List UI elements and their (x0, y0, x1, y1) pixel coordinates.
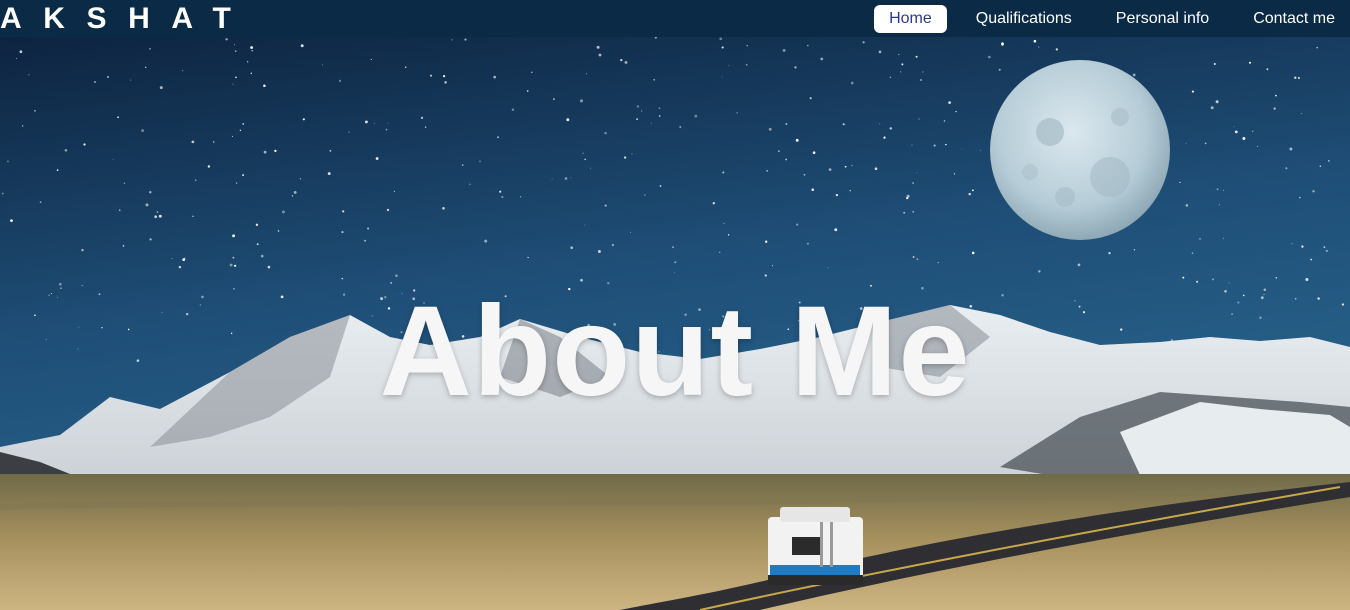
brand-logo[interactable]: AKSHAT (0, 0, 252, 37)
top-navbar: AKSHAT Home Qualifications Personal info… (0, 0, 1350, 37)
hero-banner: About Me (0, 37, 1350, 610)
nav-contact-link[interactable]: Contact me (1238, 5, 1350, 33)
nav-qualifications-link[interactable]: Qualifications (961, 5, 1087, 33)
nav-links: Home Qualifications Personal info Contac… (860, 0, 1350, 37)
nav-personal-info-link[interactable]: Personal info (1101, 5, 1224, 33)
camper-van-icon (768, 507, 863, 585)
nav-home-link[interactable]: Home (874, 4, 947, 33)
hero-title: About Me (379, 280, 971, 423)
moon-icon (990, 60, 1170, 240)
